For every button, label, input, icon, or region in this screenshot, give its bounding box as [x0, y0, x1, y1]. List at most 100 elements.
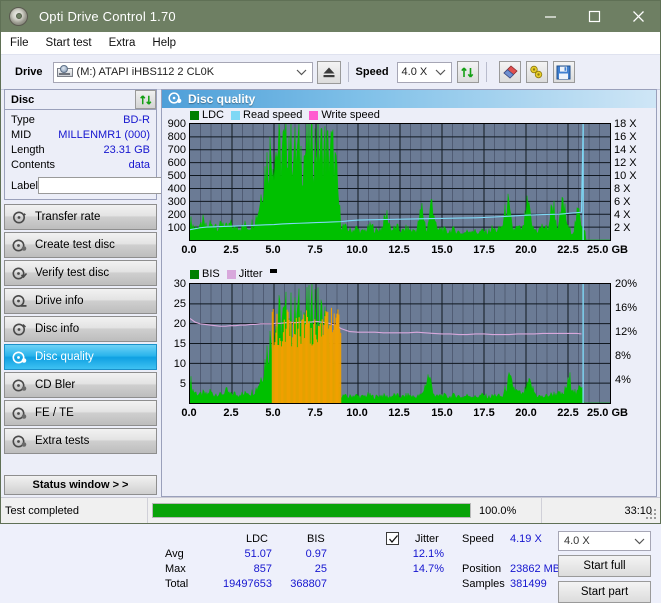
menu-help[interactable]: Help [152, 37, 176, 49]
disc-length-value: 23.31 GB [104, 143, 150, 158]
sidebar-item-transfer-rate[interactable]: Transfer rate [4, 204, 157, 230]
maximize-button[interactable] [572, 1, 616, 32]
start-full-button[interactable]: Start full [558, 555, 651, 577]
sidebar-item-drive-info[interactable]: Drive info [4, 288, 157, 314]
legend-swatch-ldc [190, 111, 199, 120]
menu-extra[interactable]: Extra [109, 37, 136, 49]
ldc-y2tick-2x: 2 X [614, 224, 631, 233]
stats-avg-jitter: 12.1% [384, 548, 444, 560]
stats-row-total-label: Total [165, 578, 188, 590]
ldc-y2tick-4x: 4 X [614, 211, 631, 220]
extra-tests-icon [12, 434, 27, 449]
disc-type-label: Type [11, 113, 35, 128]
ldc-y2tick-10x: 10 X [614, 172, 637, 181]
legend-swatch-write-speed [309, 111, 318, 120]
disc-length-label: Length [11, 143, 45, 158]
resize-grip[interactable] [646, 509, 658, 521]
disc-refresh-button[interactable] [135, 90, 156, 109]
sidebar-item-disc-quality[interactable]: Disc quality [4, 344, 157, 370]
disc-panel-title: Disc [11, 94, 34, 106]
disc-panel-header: Disc [5, 90, 156, 110]
start-part-button[interactable]: Start part [558, 581, 651, 603]
stats-total-ldc: 19497653 [202, 578, 272, 590]
disc-arrow-icon [12, 210, 27, 225]
ldc-y2tick-16x: 16 X [614, 133, 637, 142]
menu-start-test[interactable]: Start test [46, 37, 92, 49]
bis-chart-plot[interactable] [189, 283, 611, 404]
stats-col-bis: BIS [307, 533, 325, 545]
sidebar-item-disc-info[interactable]: Disc info [4, 316, 157, 342]
disc-quality-icon [12, 350, 27, 365]
save-icon [556, 65, 571, 80]
sidebar-item-cd-bler[interactable]: CD Bler [4, 372, 157, 398]
sidebar-item-verify-test-disc[interactable]: Verify test disc [4, 260, 157, 286]
main-panel: Disc quality LDC Read speed Write speed … [161, 89, 657, 497]
eject-icon [322, 66, 336, 79]
status-window-button[interactable]: Status window > > [4, 475, 157, 495]
bis-xtick-10: 25.0 GB [587, 407, 645, 419]
ldc-y2tick-12x: 12 X [614, 159, 637, 168]
test-speed-select[interactable]: 4.0 X [558, 531, 651, 551]
sidebar-item-label: Create test disc [35, 239, 115, 251]
bis-xtick-5: 12.5 [382, 407, 416, 419]
app-disc-icon [8, 6, 30, 28]
stats-avg-bis: 0.97 [277, 548, 327, 560]
legend-swatch-bis [190, 270, 199, 279]
ldc-ytick-400: 400 [162, 185, 186, 194]
stats-speed-value: 4.19 X [510, 533, 565, 545]
stats-total-bis: 368807 [272, 578, 327, 590]
ldc-xtick-9: 22.5 [551, 244, 585, 256]
status-bar: Test completed 100.0% 33:10 [1, 497, 660, 523]
bis-xtick-6: 15.0 [425, 407, 459, 419]
legend-label-read-speed: Read speed [243, 109, 302, 121]
chevron-down-icon [296, 67, 307, 79]
chevron-down-icon [435, 67, 446, 79]
minimize-button[interactable] [528, 1, 572, 32]
speed-select[interactable]: 4.0 X [397, 62, 452, 83]
close-button[interactable] [616, 1, 660, 32]
eject-button[interactable] [317, 61, 341, 84]
refresh-button[interactable] [457, 61, 479, 83]
sidebar-item-label: Disc quality [35, 351, 94, 363]
refresh-icon [460, 65, 475, 80]
legend-swatch-jitter [227, 270, 236, 279]
sidebar-item-label: Extra tests [35, 435, 89, 447]
ldc-ytick-500: 500 [162, 172, 186, 181]
bis-xtick-1: 2.5 [214, 407, 248, 419]
bis-xtick-3: 7.5 [298, 407, 332, 419]
sidebar-item-create-test-disc[interactable]: Create test disc [4, 232, 157, 258]
legend-label-write-speed: Write speed [321, 109, 380, 121]
sidebar-item-label: Disc info [35, 323, 79, 335]
legend-label-ldc: LDC [202, 109, 224, 121]
jitter-label: Jitter [415, 533, 439, 545]
check-icon [388, 534, 399, 545]
sidebar-item-fe-te[interactable]: FE / TE [4, 400, 157, 426]
erase-button[interactable] [499, 61, 521, 83]
ldc-ytick-700: 700 [162, 146, 186, 155]
disc-quality-icon [168, 91, 182, 108]
sidebar-item-extra-tests[interactable]: Extra tests [4, 428, 157, 454]
tools-button[interactable] [526, 61, 548, 83]
bis-y2tick-20pct: 20% [615, 280, 637, 289]
app-title: Opti Drive Control 1.70 [39, 9, 176, 24]
ldc-ytick-800: 800 [162, 133, 186, 142]
bis-xtick-2: 5.0 [256, 407, 290, 419]
jitter-checkbox[interactable] [386, 532, 399, 545]
bis-ytick-5: 5 [162, 380, 186, 389]
ldc-ytick-900: 900 [162, 120, 186, 129]
sidebar-item-label: Drive info [35, 295, 84, 307]
disc-info-icon [12, 322, 27, 337]
toolbar: Drive (M:) ATAPI iHBS112 2 CL0K Speed 4.… [1, 55, 660, 90]
menu-file[interactable]: File [10, 37, 29, 49]
ldc-chart-plot[interactable] [189, 123, 611, 241]
save-button[interactable] [553, 61, 575, 83]
optical-drive-icon [57, 65, 73, 79]
main-header-title: Disc quality [188, 92, 255, 106]
ldc-xtick-4: 10.0 [340, 244, 374, 256]
drive-select[interactable]: (M:) ATAPI iHBS112 2 CL0K [53, 62, 313, 83]
eraser-icon [502, 65, 518, 79]
cd-bler-icon [12, 378, 27, 393]
disc-check-icon [12, 266, 27, 281]
bis-y2tick-16pct: 16% [615, 304, 637, 313]
status-message: Test completed [1, 498, 147, 523]
